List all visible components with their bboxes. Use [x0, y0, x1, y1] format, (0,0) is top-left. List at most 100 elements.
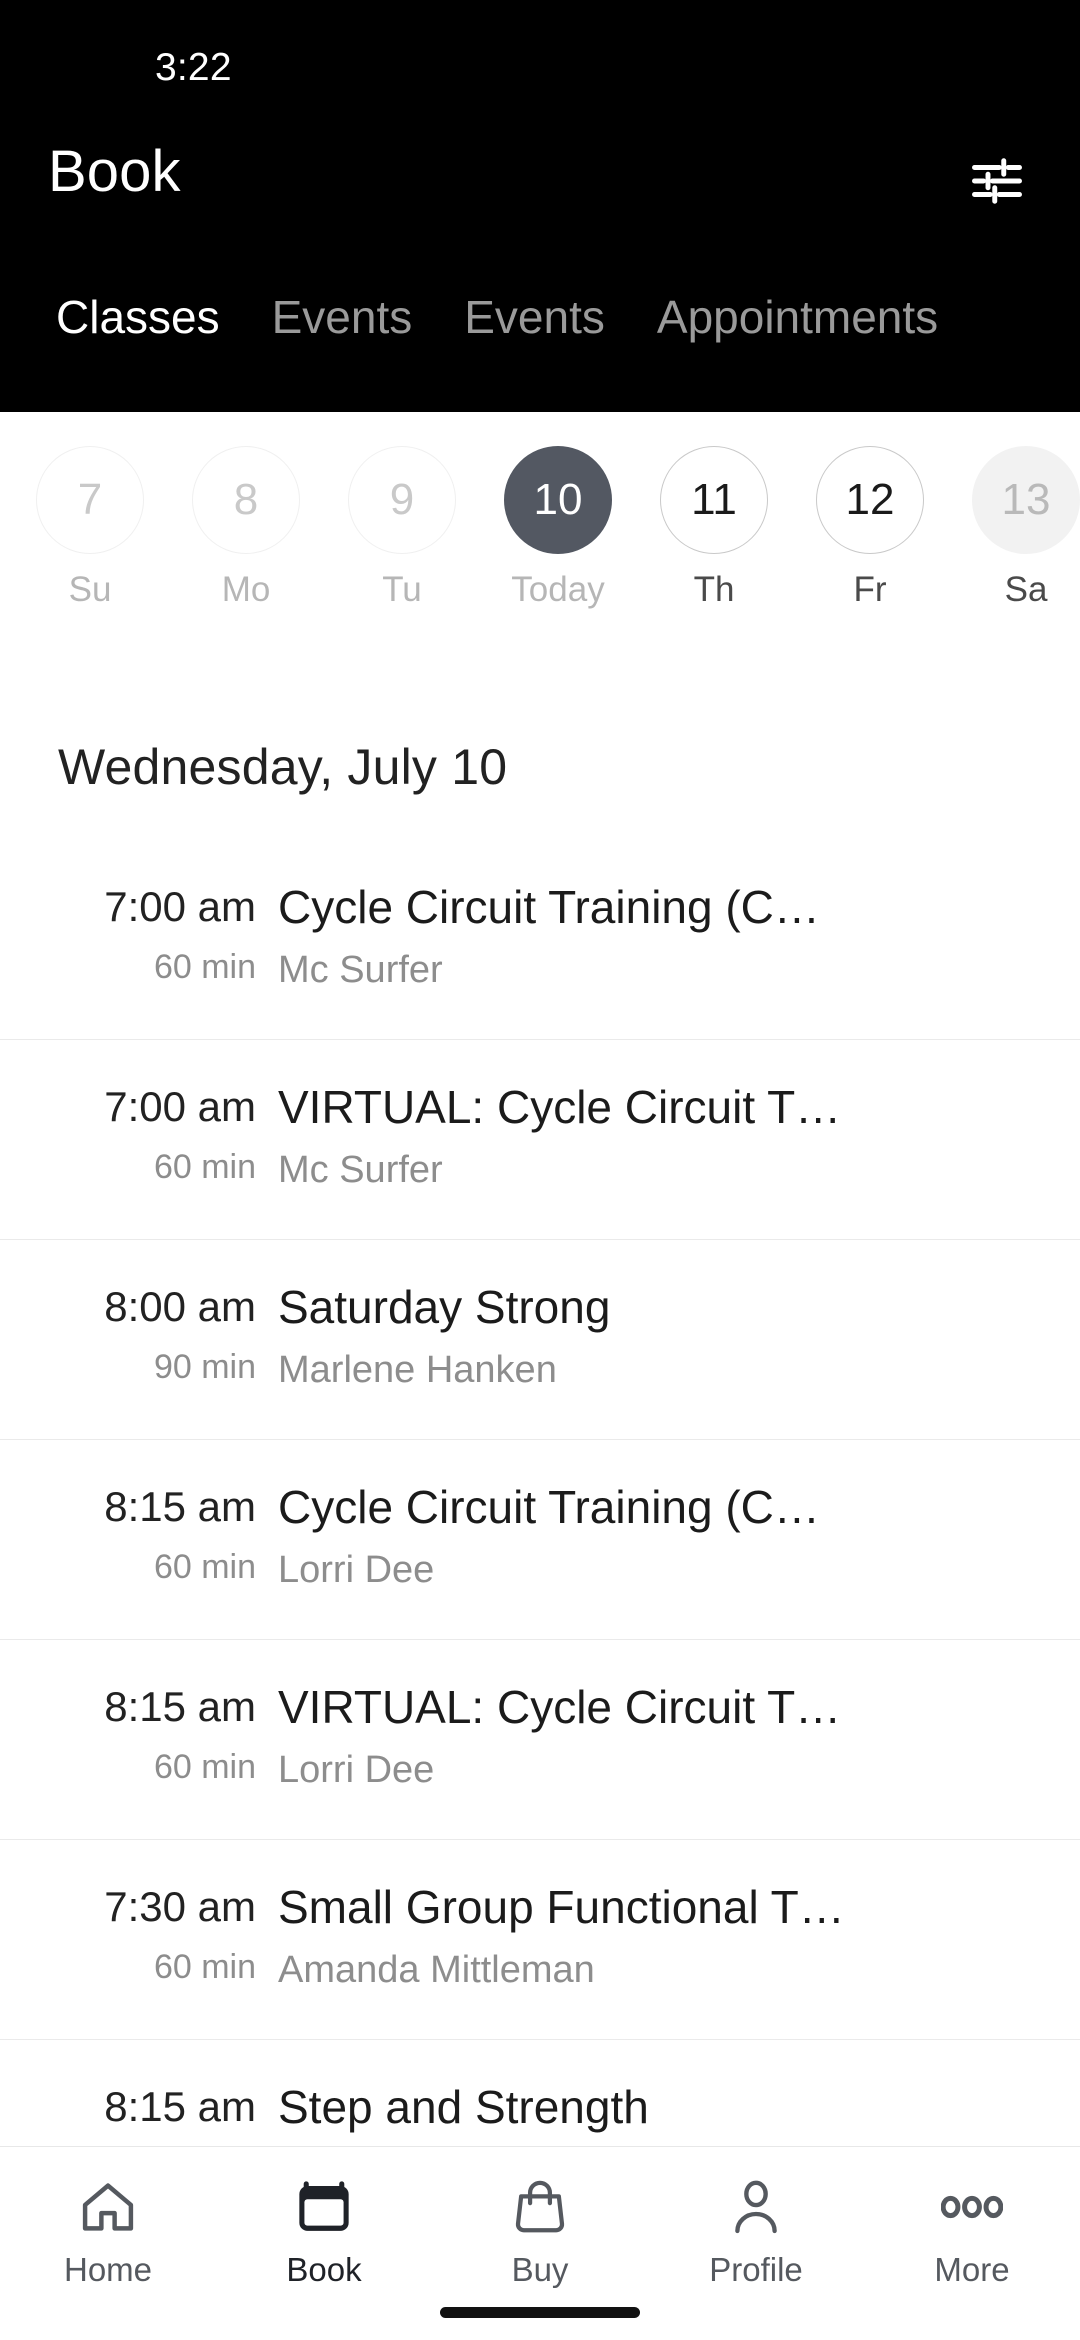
date-weekday: Fr — [853, 570, 887, 609]
date-weekday: Today — [511, 570, 605, 609]
sliders-filter-icon — [970, 156, 1024, 206]
top-header-region: 3:22 Book Classes Events Events Appointm… — [0, 0, 1080, 412]
class-list-item[interactable]: 7:00 am 60 min VIRTUAL: Cycle Circuit T…… — [0, 1040, 1080, 1240]
date-cell-12[interactable]: 12 Fr — [792, 446, 948, 610]
class-start-time: 8:15 am — [104, 1683, 256, 1730]
class-title: Step and Strength — [278, 2082, 649, 2133]
class-instructor: Marlene Hanken — [278, 1349, 557, 1391]
class-list-item[interactable]: 8:00 am 90 min Saturday Strong Marlene H… — [0, 1240, 1080, 1440]
tab-events-2[interactable]: Events — [438, 286, 631, 348]
class-info-block: Step and Strength — [278, 2040, 1020, 2140]
shopping-bag-icon — [511, 2171, 569, 2243]
class-start-time: 7:00 am — [104, 883, 256, 930]
class-list[interactable]: 7:00 am 60 min Cycle Circuit Training (C… — [0, 840, 1080, 2140]
class-list-item[interactable]: 7:30 am 60 min Small Group Functional T…… — [0, 1840, 1080, 2040]
class-instructor: Amanda Mittleman — [278, 1949, 595, 1991]
selected-day-heading: Wednesday, July 10 — [58, 739, 508, 795]
nav-item-more[interactable]: More — [864, 2147, 1080, 2289]
class-info-block: Cycle Circuit Training (C… Mc Surfer — [278, 840, 1020, 991]
class-title: VIRTUAL: Cycle Circuit T… — [278, 1082, 842, 1133]
tab-appointments[interactable]: Appointments — [631, 286, 964, 348]
class-time-block: 8:15 am — [0, 2040, 278, 2140]
date-weekday: Sa — [1004, 570, 1048, 609]
date-weekday: Mo — [221, 570, 271, 609]
home-indicator — [440, 2307, 640, 2318]
class-duration: 60 min — [153, 1948, 256, 1986]
date-selector-strip[interactable]: 7 Su 8 Mo 9 Tu 10 Today 11 Th 12 Fr 13 S… — [0, 412, 1080, 660]
class-list-item[interactable]: 7:00 am 60 min Cycle Circuit Training (C… — [0, 840, 1080, 1040]
class-info-block: VIRTUAL: Cycle Circuit T… Lorri Dee — [278, 1640, 1020, 1791]
class-title: Cycle Circuit Training (C… — [278, 882, 820, 933]
app-bar: Book — [0, 116, 1080, 244]
date-weekday: Tu — [382, 570, 422, 609]
date-list: 7 Su 8 Mo 9 Tu 10 Today 11 Th 12 Fr 13 S… — [12, 446, 1080, 610]
date-cell-9[interactable]: 9 Tu — [324, 446, 480, 610]
tab-events-1[interactable]: Events — [246, 286, 439, 348]
class-title: Saturday Strong — [278, 1282, 611, 1333]
date-weekday: Su — [68, 570, 112, 609]
calendar-icon — [295, 2171, 353, 2243]
class-duration: 60 min — [153, 948, 256, 986]
tab-classes[interactable]: Classes — [30, 286, 246, 348]
date-weekday: Th — [693, 570, 735, 609]
class-list-item[interactable]: 8:15 am Step and Strength — [0, 2040, 1080, 2140]
date-cell-7[interactable]: 7 Su — [12, 446, 168, 610]
class-info-block: Saturday Strong Marlene Hanken — [278, 1240, 1020, 1391]
date-number: 7 — [36, 446, 144, 554]
nav-label: Book — [286, 2251, 362, 2288]
date-cell-8[interactable]: 8 Mo — [168, 446, 324, 610]
class-duration: 60 min — [153, 1748, 256, 1786]
app-screen: 3:22 Book Classes Events Events Appointm… — [0, 0, 1080, 2340]
class-title: Small Group Functional T… — [278, 1882, 845, 1933]
class-time-block: 7:30 am 60 min — [0, 1840, 278, 1986]
bottom-navigation-bar: Home Book Buy Profile More — [0, 2146, 1080, 2340]
class-list-item[interactable]: 8:15 am 60 min VIRTUAL: Cycle Circuit T…… — [0, 1640, 1080, 1840]
date-number: 9 — [348, 446, 456, 554]
nav-item-profile[interactable]: Profile — [648, 2147, 864, 2289]
date-number: 13 — [972, 446, 1080, 554]
nav-label: Profile — [709, 2251, 803, 2288]
nav-label: Buy — [511, 2251, 569, 2288]
person-icon — [727, 2171, 785, 2243]
class-instructor: Lorri Dee — [278, 1749, 435, 1791]
ellipsis-icon — [941, 2171, 1003, 2243]
date-number: 11 — [660, 446, 768, 554]
class-info-block: Cycle Circuit Training (C… Lorri Dee — [278, 1440, 1020, 1591]
class-time-block: 8:15 am 60 min — [0, 1640, 278, 1786]
class-duration: 60 min — [153, 1148, 256, 1186]
date-cell-13[interactable]: 13 Sa — [948, 446, 1080, 610]
class-time-block: 7:00 am 60 min — [0, 1040, 278, 1186]
page-title: Book — [48, 139, 181, 204]
class-info-block: Small Group Functional T… Amanda Mittlem… — [278, 1840, 1020, 1991]
class-start-time: 8:15 am — [104, 1483, 256, 1530]
section-tabs: Classes Events Events Appointments — [0, 286, 1080, 412]
class-duration: 60 min — [153, 1548, 256, 1586]
class-instructor: Mc Surfer — [278, 1149, 443, 1191]
status-bar: 3:22 — [0, 0, 1080, 116]
date-number: 12 — [816, 446, 924, 554]
nav-label: More — [934, 2251, 1010, 2288]
nav-label: Home — [63, 2251, 153, 2288]
date-cell-11[interactable]: 11 Th — [636, 446, 792, 610]
class-title: VIRTUAL: Cycle Circuit T… — [278, 1682, 842, 1733]
status-bar-clock: 3:22 — [155, 46, 232, 89]
filter-button[interactable] — [952, 138, 1042, 224]
nav-item-home[interactable]: Home — [0, 2147, 216, 2289]
date-number: 8 — [192, 446, 300, 554]
class-instructor: Mc Surfer — [278, 949, 443, 991]
class-start-time: 7:00 am — [104, 1083, 256, 1130]
class-instructor: Lorri Dee — [278, 1549, 435, 1591]
class-duration: 90 min — [153, 1348, 256, 1386]
class-start-time: 7:30 am — [104, 1883, 256, 1930]
class-start-time: 8:00 am — [104, 1283, 256, 1330]
nav-item-book[interactable]: Book — [216, 2147, 432, 2289]
class-start-time: 8:15 am — [104, 2083, 256, 2130]
nav-item-buy[interactable]: Buy — [432, 2147, 648, 2289]
class-info-block: VIRTUAL: Cycle Circuit T… Mc Surfer — [278, 1040, 1020, 1191]
class-time-block: 7:00 am 60 min — [0, 840, 278, 986]
class-list-item[interactable]: 8:15 am 60 min Cycle Circuit Training (C… — [0, 1440, 1080, 1640]
date-number: 10 — [504, 446, 612, 554]
date-cell-10-today[interactable]: 10 Today — [480, 446, 636, 610]
class-title: Cycle Circuit Training (C… — [278, 1482, 820, 1533]
class-time-block: 8:15 am 60 min — [0, 1440, 278, 1586]
